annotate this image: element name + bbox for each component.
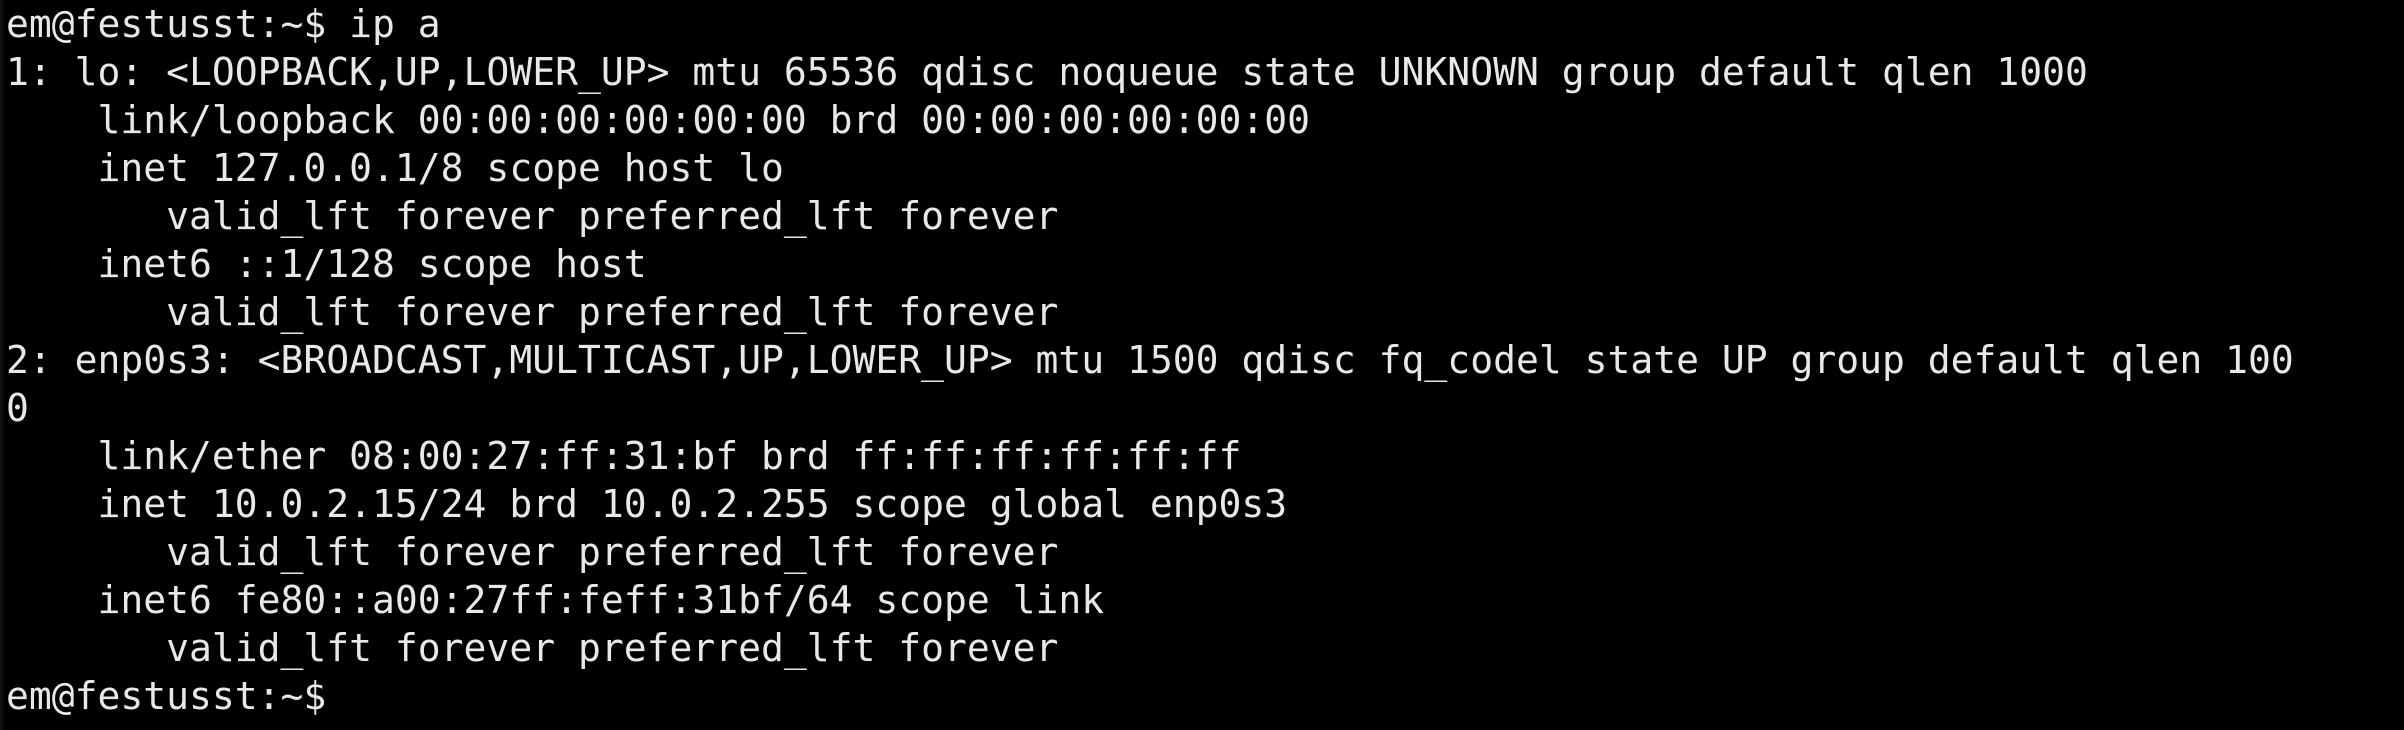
terminal-line-lo-inet-lft: valid_lft forever preferred_lft forever — [6, 194, 1059, 238]
terminal-line-lo-link: link/loopback 00:00:00:00:00:00 brd 00:0… — [6, 98, 1311, 142]
terminal-cursor — [349, 677, 372, 715]
terminal-line-lo-inet6-lft: valid_lft forever preferred_lft forever — [6, 290, 1059, 334]
terminal-line-lo-inet: inet 127.0.0.1/8 scope host lo — [6, 146, 784, 190]
terminal-line-enp0s3-header: 2: enp0s3: <BROADCAST,MULTICAST,UP,LOWER… — [6, 338, 2294, 382]
terminal-line-lo-inet6: inet6 ::1/128 scope host — [6, 242, 647, 286]
terminal-window[interactable]: em@festusst:~$ ip a 1: lo: <LOOPBACK,UP,… — [0, 0, 2404, 730]
terminal-left-edge — [0, 0, 3, 730]
terminal-prompt-line[interactable]: em@festusst:~$ — [6, 672, 2404, 720]
terminal-prompt: em@festusst:~$ — [6, 674, 350, 718]
terminal-line-command: em@festusst:~$ ip a — [6, 2, 441, 46]
terminal-line-enp0s3-inet-lft: valid_lft forever preferred_lft forever — [6, 530, 1059, 574]
terminal-line-enp0s3-link: link/ether 08:00:27:ff:31:bf brd ff:ff:f… — [6, 434, 1242, 478]
terminal-line-enp0s3-inet6: inet6 fe80::a00:27ff:feff:31bf/64 scope … — [6, 578, 1105, 622]
terminal-line-enp0s3-inet: inet 10.0.2.15/24 brd 10.0.2.255 scope g… — [6, 482, 1288, 526]
terminal-line-enp0s3-header-wrap: 0 — [6, 386, 29, 430]
terminal-line-enp0s3-inet6-lft: valid_lft forever preferred_lft forever — [6, 626, 1059, 670]
terminal-line-lo-header: 1: lo: <LOOPBACK,UP,LOWER_UP> mtu 65536 … — [6, 50, 2088, 94]
